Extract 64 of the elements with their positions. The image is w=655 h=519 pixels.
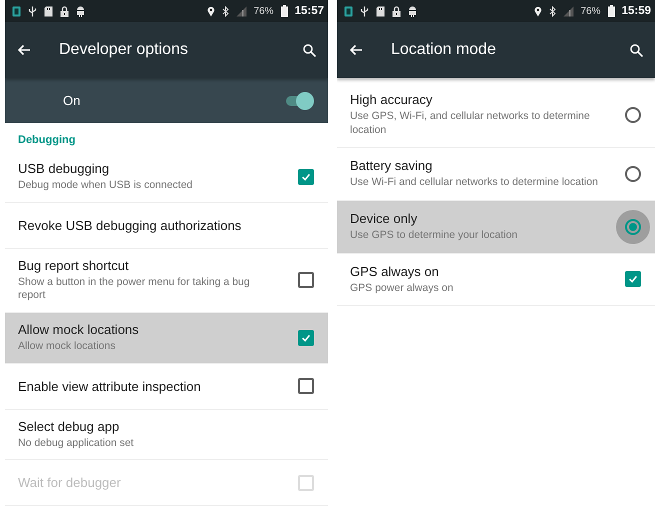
row-title: Bug report shortcut (18, 258, 130, 273)
row-title: Enable view attribute inspection (18, 378, 201, 394)
switch-label: On (63, 93, 80, 108)
signal-icon (562, 6, 574, 16)
sd-card-icon (376, 6, 385, 16)
row-summary: Allow mock locations (18, 340, 116, 354)
row-summary: GPS power always on (350, 282, 454, 296)
row-title: Battery saving (350, 158, 434, 174)
usb-icon (28, 6, 37, 16)
clock-time: 15:59 (622, 5, 651, 17)
settings-row[interactable]: High accuracy Use GPS, Wi-Fi, and cellular networks to determine location (337, 78, 655, 148)
settings-row[interactable]: USB debugging Debug mode when USB is connected (5, 152, 328, 203)
android-icon (76, 6, 85, 16)
row-summary: No debug application set (18, 436, 134, 450)
row-summary: Use GPS, Wi-Fi, and cellular networks to determine location (350, 110, 591, 138)
row-title: GPS always on (350, 264, 440, 279)
checkbox[interactable] (298, 168, 314, 185)
toolbar-title: Developer options (59, 41, 189, 59)
radio-button[interactable] (616, 210, 650, 244)
settings-row[interactable]: Revoke USB debugging authorizations (5, 202, 328, 249)
battery-percent: 76% (580, 6, 601, 16)
row-title: Revoke USB debugging authorizations (18, 218, 242, 233)
battery-percent: 76% (254, 6, 274, 16)
battery-icon (608, 5, 615, 17)
search-icon (630, 44, 643, 56)
checkbox[interactable] (625, 271, 641, 288)
settings-row[interactable]: GPS always on GPS power always on (337, 254, 655, 306)
bluetooth-icon (548, 6, 556, 16)
row-summary: Show a button in the power menu for taking a bug report (18, 276, 251, 303)
checkbox[interactable] (298, 378, 314, 394)
section-header: Debugging (17, 133, 76, 148)
row-summary: Debug mode when USB is connected (18, 179, 193, 193)
sim-card-icon (12, 6, 21, 16)
usb-icon (360, 6, 369, 16)
row-title: High accuracy (350, 92, 434, 107)
signal-icon (236, 6, 247, 16)
settings-row[interactable]: Enable view attribute inspection (5, 364, 328, 410)
android-icon (408, 6, 417, 16)
row-summary: Use GPS to determine your location (350, 228, 518, 243)
row-title: Wait for debugger (18, 475, 121, 490)
toolbar-title: Location mode (391, 41, 497, 59)
settings-row[interactable]: Allow mock locations Allow mock locations (5, 312, 328, 364)
checkbox[interactable] (298, 330, 314, 346)
battery-icon (280, 5, 288, 17)
location-pin-icon (206, 6, 215, 16)
lock-icon (392, 6, 401, 16)
settings-row[interactable]: Select debug app No debug application set (5, 410, 328, 460)
sd-card-icon (44, 6, 53, 16)
back-arrow-icon (349, 44, 363, 56)
bluetooth-icon (222, 6, 229, 16)
row-title: USB debugging (18, 161, 110, 176)
checkbox[interactable] (298, 272, 314, 288)
row-title: Allow mock locations (18, 322, 139, 337)
row-summary: Use Wi-Fi and cellular networks to determine location (350, 176, 598, 190)
row-title: Device only (350, 210, 418, 226)
row-title: Select debug app (18, 418, 120, 434)
location-pin-icon (534, 6, 542, 16)
clock-time: 15:57 (294, 5, 324, 17)
sim-card-icon (344, 6, 353, 16)
toggle-switch[interactable] (284, 92, 314, 110)
lock-icon (60, 6, 69, 16)
settings-row[interactable]: Device only Use GPS to determine your location (337, 200, 655, 254)
back-arrow-icon (17, 44, 31, 56)
search-icon (303, 44, 316, 56)
